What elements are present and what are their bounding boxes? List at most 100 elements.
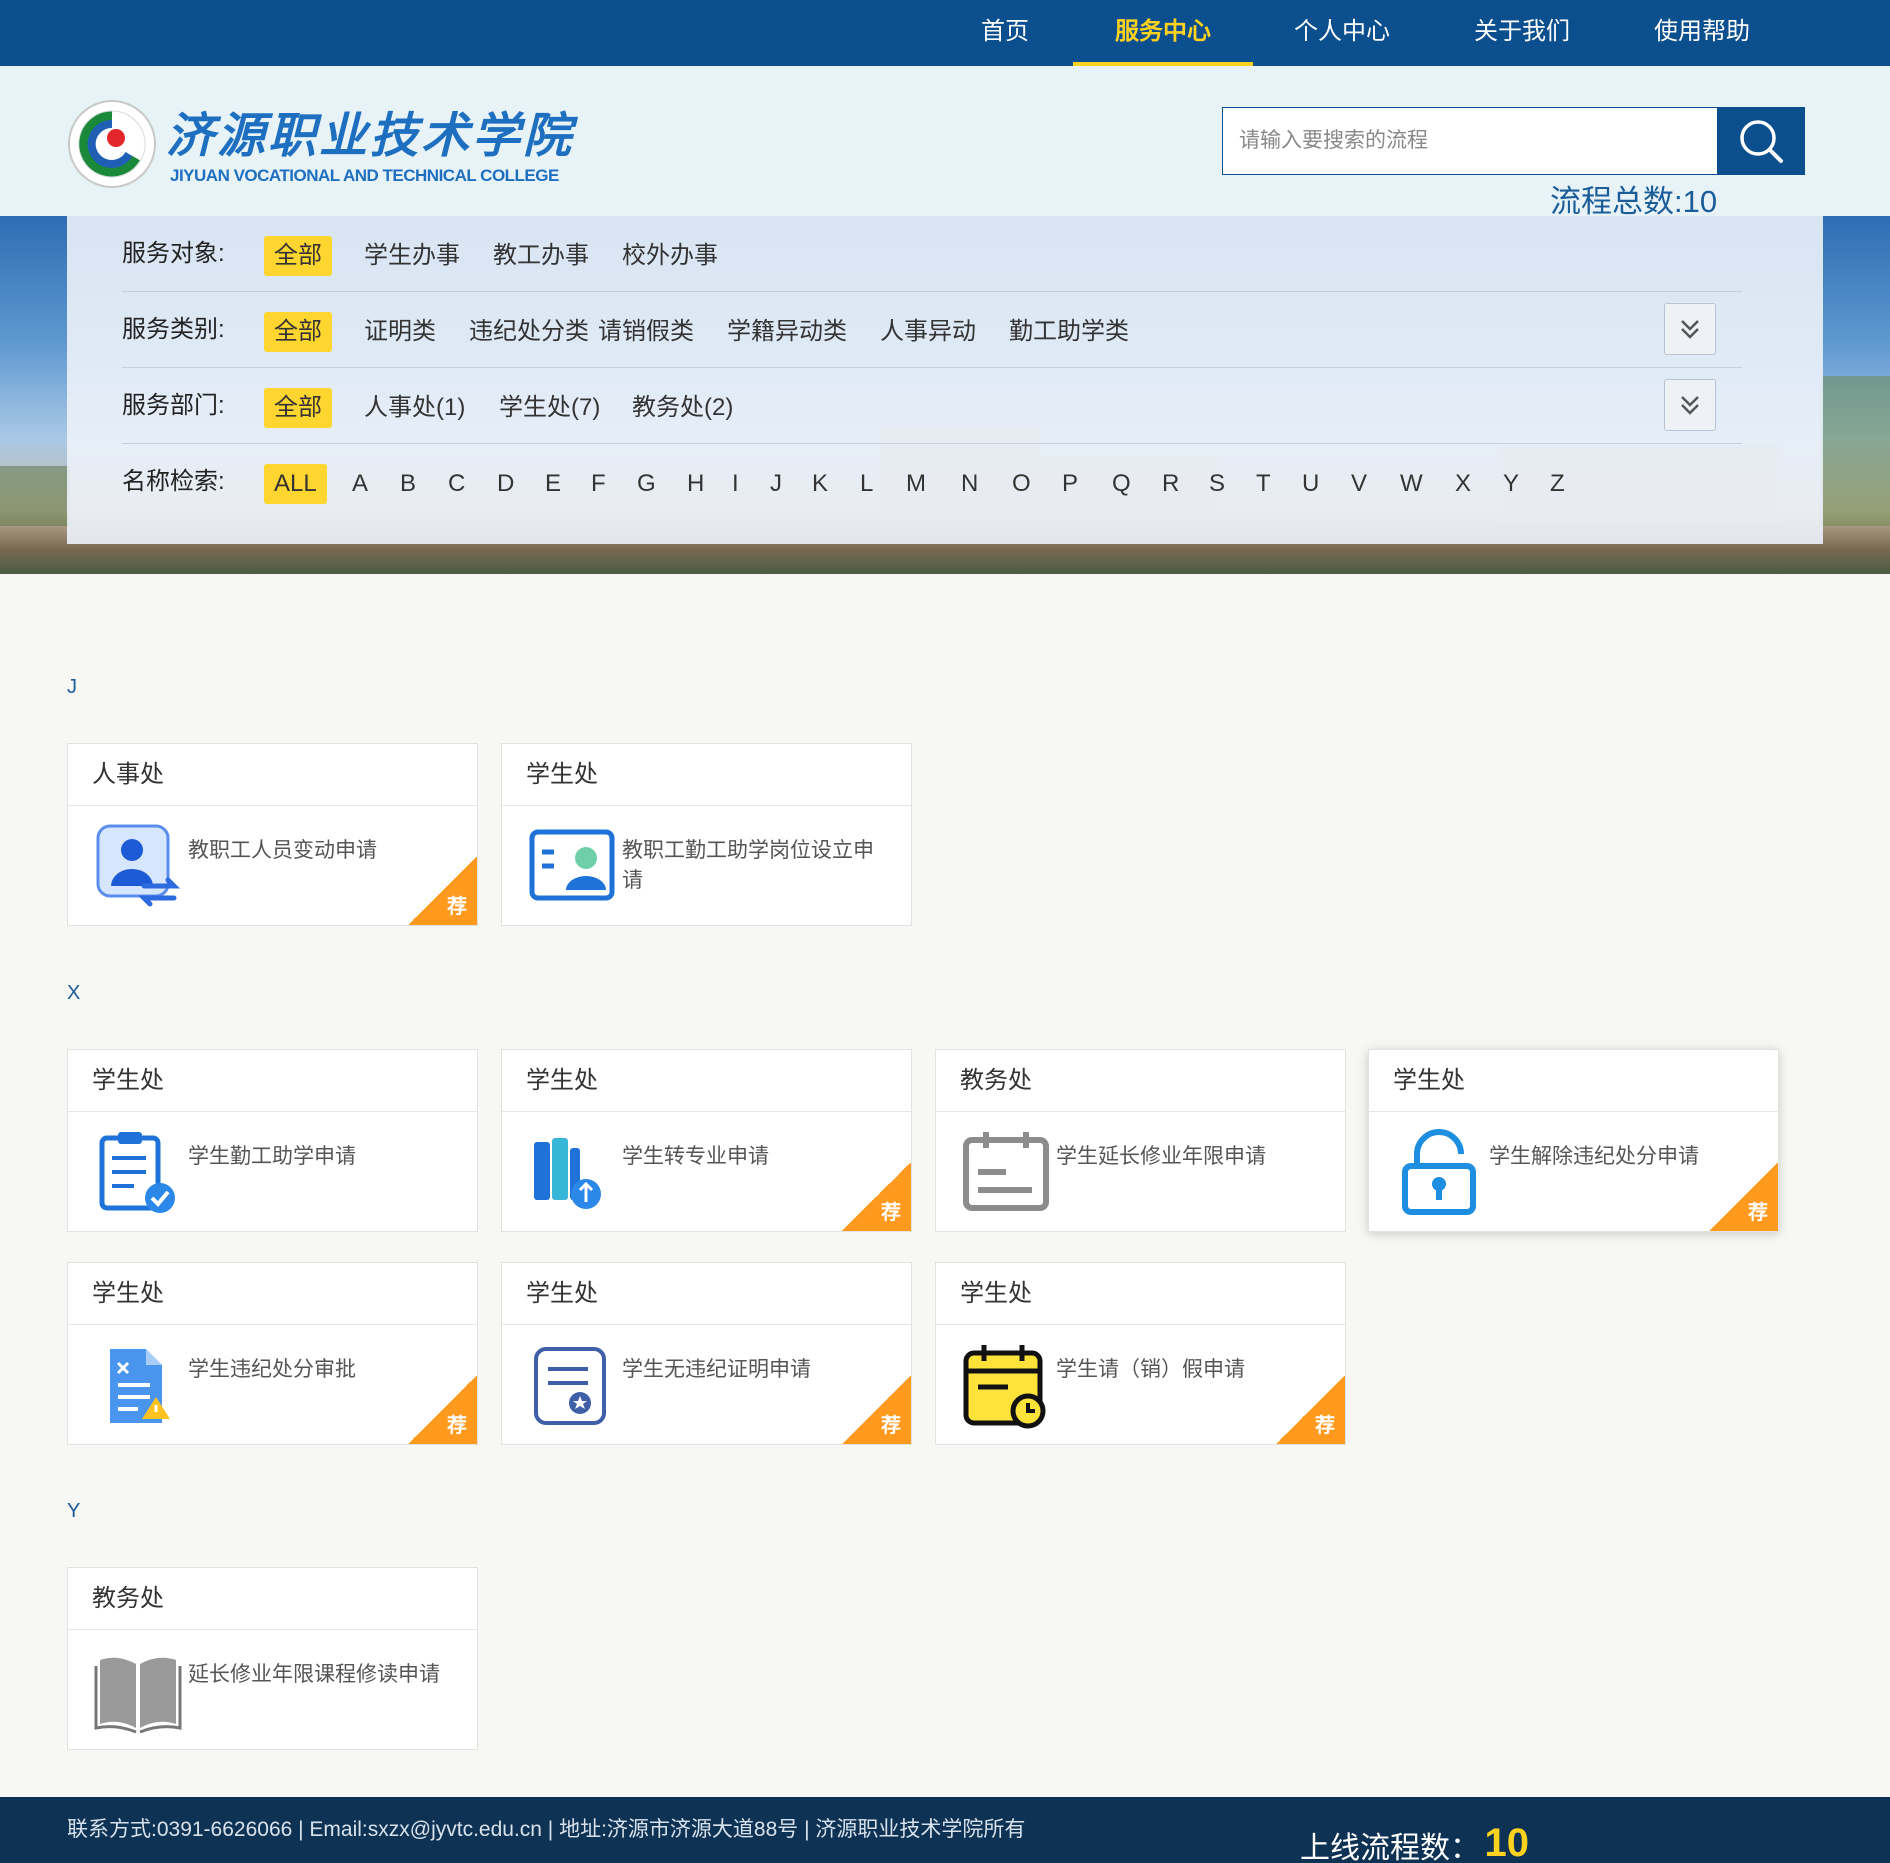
letter-filter-w[interactable]: W [1390,464,1433,504]
filter-option-discipline[interactable]: 违纪处分类 [459,312,599,352]
nav-item-home[interactable]: 首页 [915,0,1095,66]
filter-row-service-object: 服务对象: 全部 学生办事 教工办事 校外办事 [122,216,1742,292]
nav-item-service-center[interactable]: 服务中心 [1073,0,1253,66]
filter-option-enrollment-change[interactable]: 学籍异动类 [717,312,857,352]
footer-total-label: 上线流程数： [1300,1832,1480,1863]
letter-filter-all[interactable]: ALL [264,464,327,504]
filter-option-external[interactable]: 校外办事 [612,236,728,276]
letter-filter-g[interactable]: G [627,464,666,504]
filter-label: 服务部门: [122,392,225,419]
letter-filter-k[interactable]: K [802,464,838,504]
letter-filter-u[interactable]: U [1292,464,1329,504]
recommended-badge: 荐 [407,1376,477,1444]
card-department: 学生处 [502,744,911,806]
process-list: J 人事处 教职工人员变动申请 荐 学生处 教职工勤工助学岗位设立申请 X 学生… [0,620,1890,1797]
filter-option-work-study[interactable]: 勤工助学类 [999,312,1139,352]
card-department: 教务处 [936,1050,1345,1112]
filter-option-hr-office[interactable]: 人事处(1) [354,388,475,428]
logo-english-name: JIYUAN VOCATIONAL AND TECHNICAL COLLEGE [170,166,559,185]
card-department: 教务处 [68,1568,477,1630]
top-nav: 首页 服务中心 个人中心 关于我们 使用帮助 [0,0,1890,66]
card-title: 学生请（销）假申请 [1056,1358,1245,1381]
filter-option-all[interactable]: 全部 [264,388,332,428]
filter-option-student-affairs[interactable]: 学生处(7) [489,388,610,428]
document-warning-icon [110,1349,170,1423]
footer-total-value: 10 [1484,1823,1529,1863]
letter-filter-q[interactable]: Q [1102,464,1141,504]
letter-filter-f[interactable]: F [581,464,616,504]
books-switch-icon [534,1138,601,1209]
process-card[interactable]: 学生处 学生转专业申请 荐 [501,1049,912,1232]
process-card[interactable]: 学生处 学生请（销）假申请 荐 [935,1262,1346,1445]
letter-filter-s[interactable]: S [1199,464,1235,504]
process-card[interactable]: 人事处 教职工人员变动申请 荐 [67,743,478,926]
chevron-double-down-icon [1681,396,1699,415]
nav-item-help[interactable]: 使用帮助 [1612,0,1792,66]
nav-item-personal-center[interactable]: 个人中心 [1252,0,1432,66]
open-book-icon [94,1657,182,1734]
letter-filter-c[interactable]: C [438,464,475,504]
recommended-badge: 荐 [841,1376,911,1444]
chevron-double-down-icon [1681,320,1699,339]
process-card[interactable]: 学生处 学生违纪处分审批 荐 [67,1262,478,1445]
filter-option-student[interactable]: 学生办事 [354,236,470,276]
process-card[interactable]: 学生处 学生解除违纪处分申请 荐 [1368,1049,1779,1232]
card-title: 学生延长修业年限申请 [1056,1145,1266,1168]
letter-filter-d[interactable]: D [487,464,524,504]
user-transfer-icon [96,824,181,907]
letter-filter-l[interactable]: L [850,464,883,504]
search-icon [1740,120,1783,163]
footer: 联系方式:0391-6626066 | Email:sxzx@jyvtc.edu… [0,1797,1890,1863]
letter-filter-i[interactable]: I [722,464,749,504]
letter-filter-b[interactable]: B [390,464,426,504]
recommended-badge: 荐 [1708,1163,1778,1231]
letter-filter-r[interactable]: R [1152,464,1189,504]
recommended-label: 荐 [447,896,467,918]
process-card[interactable]: 教务处 延长修业年限课程修读申请 [67,1567,478,1750]
filter-row-name-search: 名称检索: ALL A B C D E F G H I J K L M N O … [122,444,1742,520]
footer-contact-info: 联系方式:0391-6626066 | Email:sxzx@jyvtc.edu… [67,1818,1026,1841]
group-letter-x: X [67,982,81,1004]
filter-option-personnel-change[interactable]: 人事异动 [870,312,986,352]
letter-filter-y[interactable]: Y [1493,464,1529,504]
letter-filter-j[interactable]: J [760,464,792,504]
search-input[interactable] [1222,107,1718,175]
letter-filter-m[interactable]: M [896,464,936,504]
filter-option-academic-affairs[interactable]: 教务处(2) [622,388,743,428]
card-department: 学生处 [68,1263,477,1325]
filter-label: 服务对象: [122,240,225,267]
card-department: 学生处 [502,1263,911,1325]
letter-filter-n[interactable]: N [951,464,988,504]
letter-filter-o[interactable]: O [1002,464,1041,504]
nav-item-about-us[interactable]: 关于我们 [1432,0,1612,66]
letter-filter-v[interactable]: V [1341,464,1377,504]
search-button[interactable] [1717,107,1805,175]
card-title: 教职工勤工助学岗位设立申请 [622,839,874,892]
filter-option-all[interactable]: 全部 [264,312,332,352]
filter-option-leave[interactable]: 请销假类 [588,312,704,352]
filter-option-staff[interactable]: 教工办事 [483,236,599,276]
card-title: 教职工人员变动申请 [188,839,377,862]
letter-filter-a[interactable]: A [342,464,378,504]
card-department: 人事处 [68,744,477,806]
card-title: 学生转专业申请 [622,1145,769,1168]
card-department: 学生处 [68,1050,477,1112]
process-card[interactable]: 学生处 学生勤工助学申请 [67,1049,478,1232]
expand-category-button[interactable] [1664,303,1716,355]
filter-row-service-department: 服务部门: 全部 人事处(1) 学生处(7) 教务处(2) [122,368,1742,444]
letter-filter-h[interactable]: H [677,464,714,504]
letter-filter-t[interactable]: T [1246,464,1281,504]
recommended-label: 荐 [447,1415,467,1437]
letter-filter-e[interactable]: E [535,464,571,504]
letter-filter-x[interactable]: X [1445,464,1481,504]
college-logo[interactable]: 济源职业技术学院 JIYUAN VOCATIONAL AND TECHNICAL… [66,96,571,196]
filter-option-all[interactable]: 全部 [264,236,332,276]
process-card[interactable]: 教务处 学生延长修业年限申请 [935,1049,1346,1232]
process-card[interactable]: 学生处 学生无违纪证明申请 荐 [501,1262,912,1445]
filter-option-certificate[interactable]: 证明类 [354,312,446,352]
card-department: 学生处 [1369,1050,1778,1112]
expand-department-button[interactable] [1664,379,1716,431]
letter-filter-p[interactable]: P [1052,464,1088,504]
letter-filter-z[interactable]: Z [1540,464,1575,504]
process-card[interactable]: 学生处 教职工勤工助学岗位设立申请 [501,743,912,926]
